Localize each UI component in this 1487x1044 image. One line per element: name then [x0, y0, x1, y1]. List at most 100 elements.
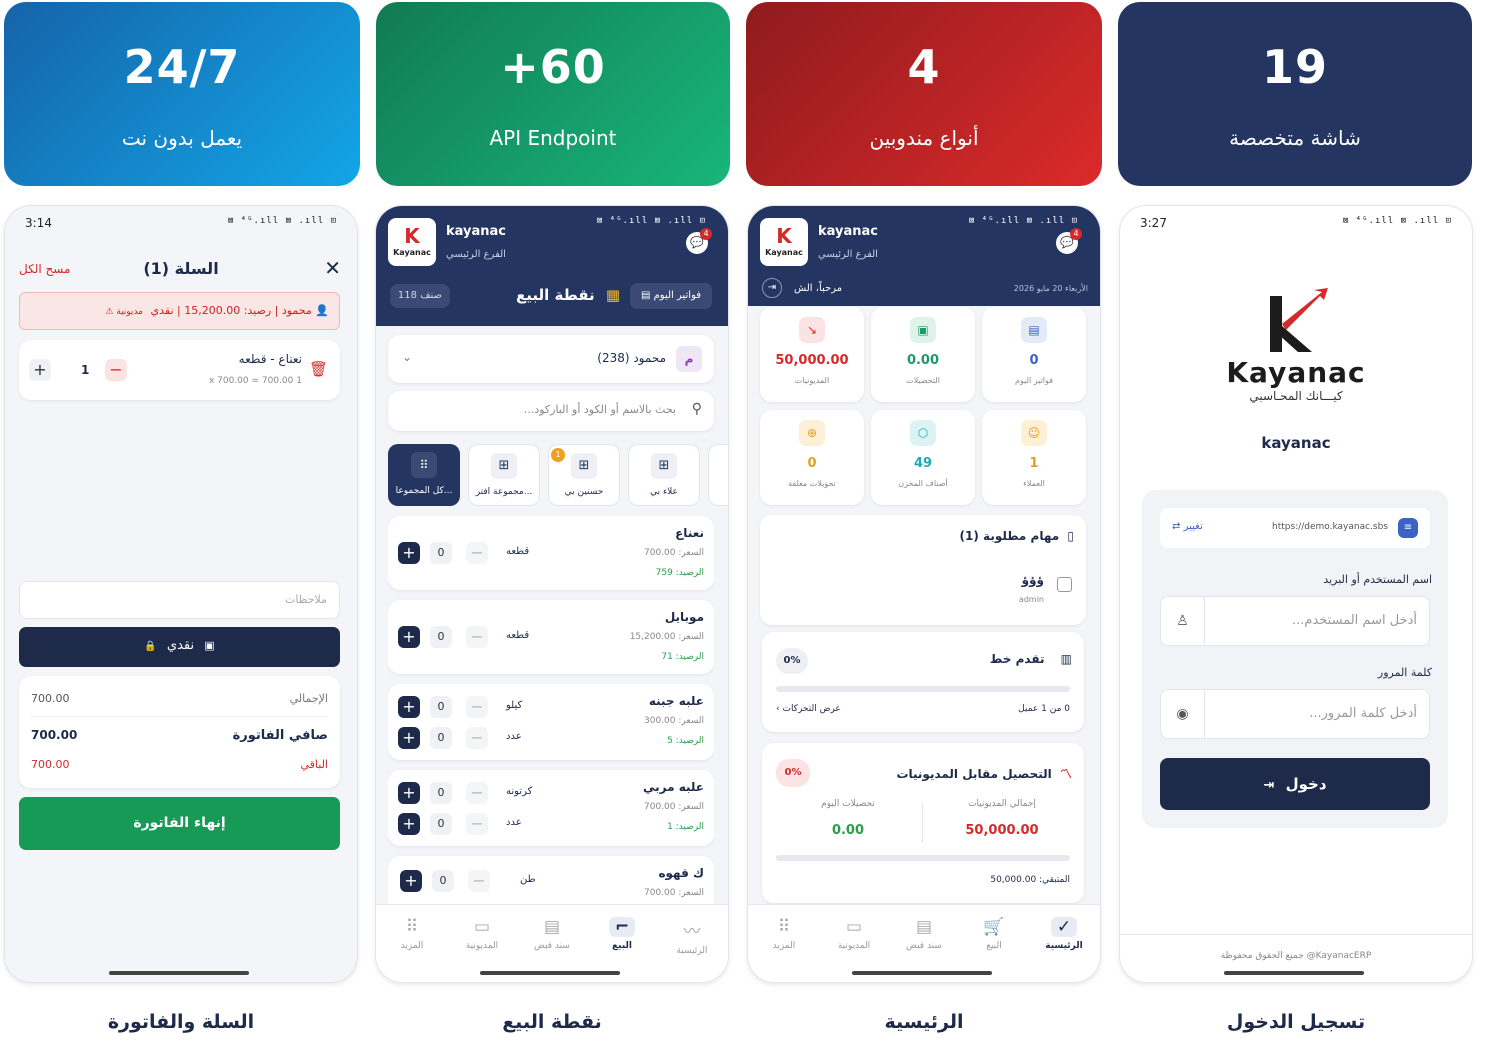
tile-label: المديونيات	[794, 376, 830, 385]
sub-qty-button[interactable]: −	[468, 870, 490, 892]
stat-label: يعمل بدون نت	[121, 126, 243, 150]
nav-label: سند قبض	[906, 941, 942, 951]
server-box[interactable]: ⇄ تغيير https://demo.kayanac.sbs ≡	[1160, 508, 1430, 548]
product-stock: الرصيد: 71	[661, 652, 704, 662]
nav-sales[interactable]: ⌐ البيع	[592, 917, 652, 951]
tile-value: 1	[1029, 456, 1039, 471]
products-list: نعناع السعر: 700.00 الرصيد: 759 + 0 − قط…	[388, 516, 714, 904]
add-qty-button[interactable]: +	[398, 727, 420, 749]
add-qty-button[interactable]: +	[400, 870, 422, 892]
sub-qty-button[interactable]: −	[466, 626, 488, 648]
remaining: المتبقي: 50,000.00	[990, 875, 1070, 885]
status-time: 3:27	[1140, 216, 1167, 230]
sub-qty-button[interactable]: −	[466, 542, 488, 564]
login-button[interactable]: ⇥ دخول	[1160, 758, 1430, 810]
group-offers[interactable]: ⊞ مجموعة افتر...	[468, 444, 540, 506]
branch-name: الفرع الرئيسي	[818, 249, 878, 260]
tile-collections[interactable]: ▣ 0.00 التحصيلات	[871, 307, 975, 402]
plus-button[interactable]: +	[29, 359, 51, 381]
qty-value[interactable]: 0	[430, 813, 452, 835]
qty-value[interactable]: 0	[430, 696, 452, 718]
add-qty-button[interactable]: +	[398, 813, 420, 835]
username-field[interactable]: ♙ أدخل اسم المستخدم...	[1160, 596, 1430, 646]
home-indicator	[1224, 971, 1364, 975]
nav-more[interactable]: ⠿ المزيد	[754, 917, 814, 951]
qty-value[interactable]: 0	[430, 782, 452, 804]
stat-card-api: +60 API Endpoint	[376, 2, 730, 186]
nav-receipt[interactable]: ▤ سند قبض	[522, 917, 582, 951]
tile-stock[interactable]: ⬡ 49 أصناف المخزن	[871, 410, 975, 505]
eye-icon[interactable]: ◉	[1161, 690, 1205, 738]
tile-transfers[interactable]: ⊕ 0 تحويلات معلقة	[760, 410, 864, 505]
nav-debts[interactable]: ▭ المديونية	[452, 917, 512, 951]
cart-title: السلة (1)	[143, 259, 219, 278]
trash-icon[interactable]: 🗑	[309, 360, 328, 378]
today-invoices-button[interactable]: ▤ فواتير اليوم	[630, 283, 712, 309]
tile-label: فواتير اليوم	[1015, 376, 1053, 385]
customer-banner[interactable]: 👤 محمود | رصيد: 15,200.00 | نقدي مديونية…	[19, 292, 340, 330]
coll-progress	[776, 855, 1070, 861]
add-qty-button[interactable]: +	[398, 696, 420, 718]
password-input[interactable]: أدخل كلمة المرور...	[1309, 706, 1417, 721]
tile-invoices[interactable]: ▤ 0 فواتير اليوم	[982, 307, 1086, 402]
customer-info: محمود | رصيد: 15,200.00 | نقدي	[150, 304, 312, 317]
group-more[interactable]	[708, 444, 728, 506]
close-icon[interactable]: ✕	[324, 256, 341, 280]
qty-value[interactable]: 0	[430, 542, 452, 564]
username-input[interactable]: أدخل اسم المستخدم...	[1292, 613, 1417, 628]
nav-home[interactable]: ✓ الرئيسية	[1034, 917, 1094, 951]
add-qty-button[interactable]: +	[398, 782, 420, 804]
unit-label: عدد	[506, 731, 522, 742]
qty-value[interactable]: 0	[430, 626, 452, 648]
sub-qty-button[interactable]: −	[466, 782, 488, 804]
tile-debts[interactable]: ↘ 50,000.00 المديونيات	[760, 307, 864, 402]
route-count: 0 من 1 عميل	[1018, 704, 1070, 714]
search-bar[interactable]: بحث بالاسم أو الكود أو الباركود... ⚲	[388, 391, 714, 431]
debt-label: إجمالي المديونيات	[968, 799, 1036, 809]
stat-value: 19	[1261, 40, 1328, 94]
notes-field[interactable]: ملاحظات	[19, 581, 340, 619]
stat-label: أنواع مندوبين	[869, 126, 979, 150]
kayanac-logo: K Kayanac	[388, 218, 436, 266]
password-field[interactable]: ◉ أدخل كلمة المرور...	[1160, 689, 1430, 739]
divider	[922, 803, 923, 843]
sub-qty-button[interactable]: −	[466, 813, 488, 835]
phone-login: 3:27 ⊠ ⁴ᴳ.ıll ⊠ .ıll ⊡ Kayanac كيـــانك …	[1120, 206, 1472, 982]
logo-word: Kayanac	[1226, 356, 1366, 389]
nav-more[interactable]: ⠿ المزيد	[382, 917, 442, 951]
footer-divider	[1120, 934, 1472, 935]
nav-sales[interactable]: 🛒 البيع	[964, 917, 1024, 951]
group-label: كل المجموعا...	[395, 486, 453, 496]
lock-icon: 🔒	[144, 641, 157, 652]
add-qty-button[interactable]: +	[398, 542, 420, 564]
payment-method-button[interactable]: 🔒 نقدي ▣	[19, 627, 340, 667]
route-link[interactable]: ‹ عرض التحركات	[776, 704, 841, 714]
qty-value[interactable]: 0	[432, 870, 454, 892]
change-link[interactable]: ⇄ تغيير	[1172, 521, 1203, 532]
group-alaa[interactable]: ⊞ علاء بي	[628, 444, 700, 506]
login-icon: ⇥	[1263, 778, 1275, 793]
nav-home[interactable]: 〰 الرئيسية	[662, 917, 722, 956]
server-url: https://demo.kayanac.sbs	[1271, 522, 1388, 532]
unit-label: كيلو	[506, 700, 523, 711]
stat-card-screens: 19 شاشة متخصصة	[1118, 2, 1472, 186]
minus-button[interactable]: −	[105, 359, 127, 381]
sub-qty-button[interactable]: −	[466, 727, 488, 749]
sub-qty-button[interactable]: −	[466, 696, 488, 718]
task-checkbox[interactable]	[1057, 577, 1072, 592]
customer-select[interactable]: ⌄ محمود (238) م	[388, 335, 714, 383]
search-input[interactable]: بحث بالاسم أو الكود أو الباركود...	[524, 403, 676, 416]
copyright: جميع الحقوق محفوظة @KayanacERP	[1220, 951, 1372, 961]
box-icon: ⬡	[910, 420, 936, 446]
add-qty-button[interactable]: +	[398, 626, 420, 648]
tile-customers[interactable]: ☺ 1 العملاء	[982, 410, 1086, 505]
nav-receipt[interactable]: ▤ سند قبض	[894, 917, 954, 951]
group-all[interactable]: ⠿ كل المجموعا...	[388, 444, 460, 506]
nav-debts[interactable]: ▭ المديونية	[824, 917, 884, 951]
finish-invoice-button[interactable]: إنهاء الفاتورة	[19, 797, 340, 850]
logout-icon[interactable]: ⇥	[762, 278, 782, 298]
user-icon: ♙	[1161, 597, 1205, 645]
status-icons: ⊠ ⁴ᴳ.ıll ⊠ .ıll ⊡	[596, 216, 706, 226]
qty-value[interactable]: 0	[430, 727, 452, 749]
stat-value: 4	[907, 40, 941, 94]
